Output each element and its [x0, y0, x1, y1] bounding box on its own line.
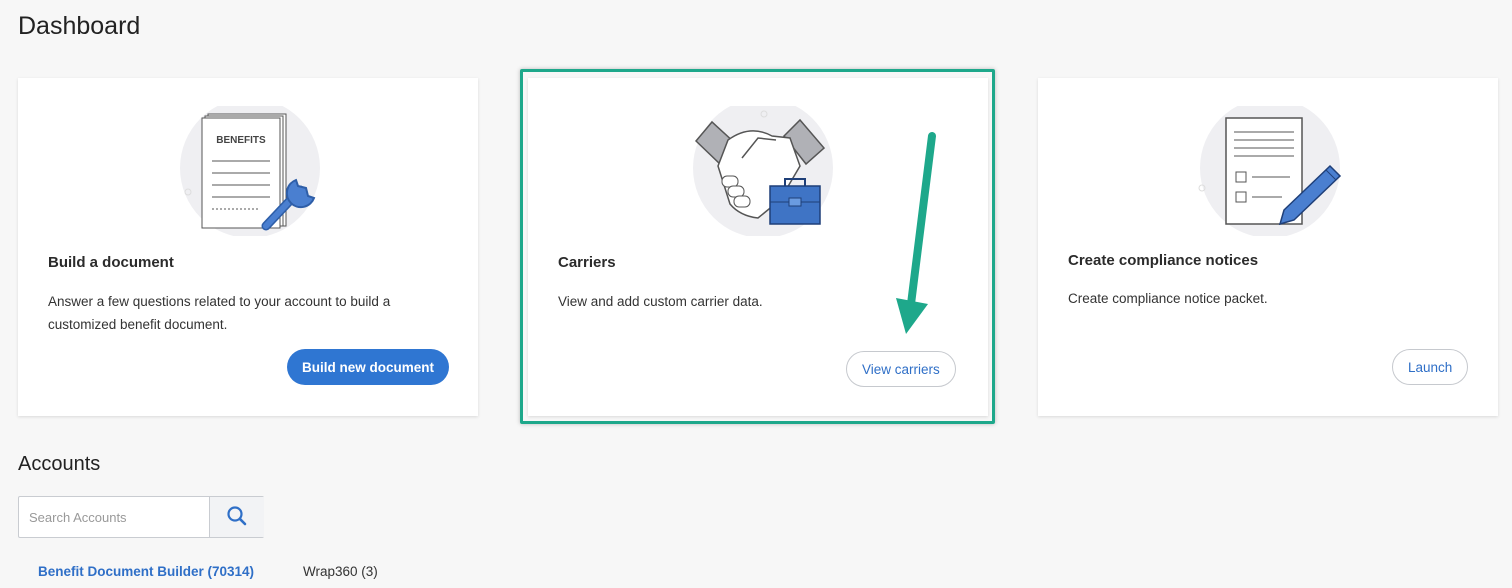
tab-wrap360[interactable]: Wrap360 (3) — [303, 564, 378, 579]
accounts-section-title: Accounts — [18, 453, 101, 475]
card-title: Build a document — [48, 254, 174, 271]
search-icon — [227, 505, 247, 525]
launch-button[interactable]: Launch — [1392, 349, 1469, 385]
card-description: Create compliance notice packet. — [1068, 291, 1268, 306]
benefits-doc-label: BENEFITS — [216, 135, 266, 146]
checklist-pencil-icon — [1198, 106, 1342, 236]
build-new-document-button[interactable]: Build new document — [287, 349, 450, 385]
tab-benefit-document-builder[interactable]: Benefit Document Builder (70314) — [38, 564, 254, 579]
build-document-card: BENEFITS Build a document Answer a few q… — [18, 78, 478, 416]
page-title: Dashboard — [18, 12, 141, 40]
pointer-arrow-icon — [896, 132, 936, 334]
search-button[interactable] — [209, 497, 264, 537]
card-description: Answer a few questions related to your a… — [48, 294, 391, 332]
compliance-notices-card: Create compliance notices Create complia… — [1038, 78, 1498, 416]
benefits-document-wrench-icon: BENEFITS — [180, 106, 320, 236]
search-accounts-input[interactable] — [19, 497, 209, 537]
account-search — [18, 496, 264, 538]
card-title: Create compliance notices — [1068, 252, 1259, 269]
